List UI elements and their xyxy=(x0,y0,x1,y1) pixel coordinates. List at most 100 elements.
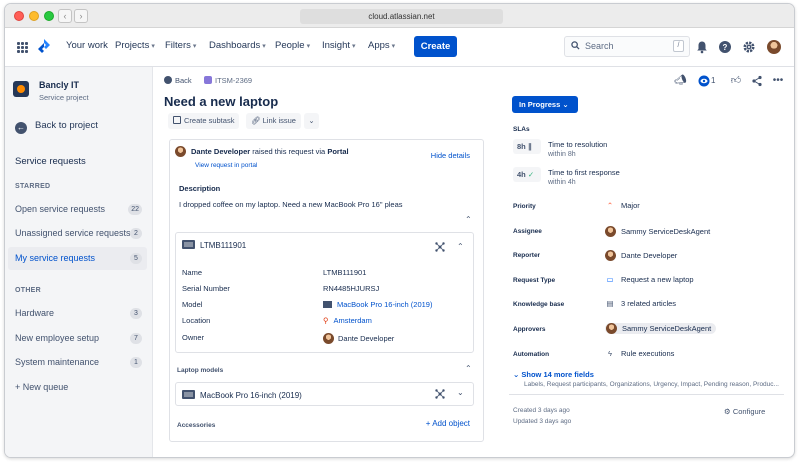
nav-projects[interactable]: Projects ▾ xyxy=(115,40,155,51)
search-input[interactable]: Search / xyxy=(564,36,690,57)
document-icon: ▤ xyxy=(606,299,614,308)
slas-label: SLAs xyxy=(513,126,530,133)
reporter-avatar xyxy=(175,146,186,157)
share-icon[interactable] xyxy=(751,75,763,87)
collapse-laptop-models-icon[interactable]: ⌃ xyxy=(465,364,472,373)
assignee-label: Assignee xyxy=(513,228,542,235)
sidebar-item-open-service-requests[interactable]: Open service requests 22 xyxy=(8,198,147,221)
back-link[interactable]: Back xyxy=(164,76,192,85)
sidebar-item-new-employee-setup[interactable]: New employee setup 7 xyxy=(8,327,147,350)
field-value-owner[interactable]: Dante Developer xyxy=(323,333,394,344)
graph-view-icon[interactable] xyxy=(435,389,445,399)
expand-model-icon[interactable]: ⌄ xyxy=(457,388,464,397)
reporter-value[interactable]: Dante Developer xyxy=(605,250,677,261)
link-issue-button[interactable]: 🔗︎ Link issue xyxy=(246,113,301,129)
asset-header: LTMB111901 xyxy=(182,240,246,250)
notifications-bell-icon[interactable] xyxy=(695,40,709,54)
priority-value[interactable]: ⌃ Major xyxy=(605,201,640,210)
collapse-asset-icon[interactable]: ⌃ xyxy=(457,242,464,251)
count-badge: 5 xyxy=(130,253,142,264)
sla-title-resolution: Time to resolution xyxy=(548,140,608,149)
description-text[interactable]: I dropped coffee on my laptop. Need a ne… xyxy=(179,200,403,209)
more-actions-dropdown[interactable]: ⌄ xyxy=(304,113,319,129)
chevron-down-icon: ▾ xyxy=(352,43,356,50)
field-value-location-link[interactable]: ⚲ Amsterdam xyxy=(323,316,372,325)
sla-time-badge-first-response: 4h ✓ xyxy=(513,167,541,182)
nav-filters[interactable]: Filters ▾ xyxy=(165,40,196,51)
reporter-avatar xyxy=(605,250,616,261)
svg-text:?: ? xyxy=(723,43,728,52)
collapse-description-icon[interactable]: ⌃ xyxy=(465,215,472,224)
approvers-label: Approvers xyxy=(513,326,546,333)
more-options-icon[interactable]: ••• xyxy=(772,75,784,87)
sidebar-item-my-service-requests[interactable]: My service requests 5 xyxy=(8,247,147,270)
issue-title[interactable]: Need a new laptop xyxy=(164,94,278,109)
hide-details-link[interactable]: Hide details xyxy=(431,151,470,160)
search-shortcut-key: / xyxy=(673,40,684,52)
field-value-model-link[interactable]: MacBook Pro 16-inch (2019) xyxy=(323,300,432,309)
close-window-button[interactable] xyxy=(14,11,24,21)
view-in-portal-link[interactable]: View request in portal xyxy=(195,162,257,169)
top-navigation: Your work Projects ▾ Filters ▾ Dashboards ▾… xyxy=(5,28,794,67)
checkmark-icon: ✓ xyxy=(525,170,535,179)
browser-toolbar: ‹ › cloud.atlassian.net xyxy=(5,4,794,28)
chevron-down-icon: ▾ xyxy=(192,43,197,50)
like-thumbs-up-icon[interactable]: 👍︎ xyxy=(730,75,742,87)
minimize-window-button[interactable] xyxy=(29,11,39,21)
create-button[interactable]: Create xyxy=(414,36,457,57)
back-arrow-icon xyxy=(164,76,172,84)
sidebar-item-hardware[interactable]: Hardware 3 xyxy=(8,302,147,325)
jira-logo-icon[interactable] xyxy=(37,39,51,55)
field-label-owner: Owner xyxy=(182,333,205,342)
request-details-card: Dante Developer raised this request via … xyxy=(169,139,484,442)
new-queue-link[interactable]: + New queue xyxy=(15,382,68,392)
field-label-model: Model xyxy=(182,300,203,309)
automation-value[interactable]: ϟ Rule executions xyxy=(605,349,674,358)
chevron-down-icon: ▾ xyxy=(391,43,396,50)
field-value-serial-number: RN4485HJURSJ xyxy=(323,284,380,293)
feedback-megaphone-icon[interactable]: 📣︎ xyxy=(674,75,687,87)
add-object-button[interactable]: + Add object xyxy=(426,419,470,428)
laptop-model-row[interactable]: MacBook Pro 16-inch (2019) ⌄ xyxy=(175,382,474,406)
laptop-model-name: MacBook Pro 16-inch (2019) xyxy=(182,390,302,400)
nav-your-work[interactable]: Your work xyxy=(66,40,108,51)
graph-view-icon[interactable] xyxy=(435,242,445,252)
more-fields-summary: Labels, Request participants, Organizati… xyxy=(524,381,779,388)
sidebar-item-system-maintenance[interactable]: System maintenance 1 xyxy=(8,351,147,374)
browser-forward-button[interactable]: › xyxy=(74,9,88,23)
raised-by-text: Dante Developer raised this request via … xyxy=(175,146,349,157)
configure-button[interactable]: ⚙ Configure xyxy=(724,407,765,416)
browser-window: ‹ › cloud.atlassian.net Your work Projec… xyxy=(4,3,795,458)
count-badge: 22 xyxy=(128,204,142,215)
details-panel: 📣︎ 1 👍︎ ••• In Progress ⌄ SLAs 8h ∥ Time… xyxy=(496,67,794,457)
nav-dashboards[interactable]: Dashboards ▾ xyxy=(209,40,266,51)
location-pin-icon: ⚲ xyxy=(323,316,329,325)
app-switcher-icon[interactable] xyxy=(17,42,28,53)
settings-gear-icon[interactable] xyxy=(742,40,756,54)
show-more-fields-link[interactable]: ⌄ Show 14 more fields xyxy=(513,370,594,379)
issue-key-breadcrumb[interactable]: ITSM-2369 xyxy=(204,76,252,85)
knowledge-base-value[interactable]: ▤ 3 related articles xyxy=(605,299,676,308)
create-subtask-button[interactable]: Create subtask xyxy=(168,113,240,129)
laptop-models-label: Laptop models xyxy=(177,367,224,374)
approvers-value[interactable]: Sammy ServiceDeskAgent xyxy=(605,323,717,334)
browser-back-button[interactable]: ‹ xyxy=(58,9,72,23)
watch-eye-icon[interactable] xyxy=(698,75,710,87)
sidebar-item-unassigned-service-requests[interactable]: Unassigned service requests 2 xyxy=(8,222,147,245)
sla-sub-resolution: within 8h xyxy=(548,151,576,158)
nav-insight[interactable]: Insight ▾ xyxy=(322,40,356,51)
maximize-window-button[interactable] xyxy=(44,11,54,21)
back-to-project-link[interactable]: ← Back to project xyxy=(15,120,98,134)
user-avatar[interactable] xyxy=(767,40,781,54)
count-badge: 7 xyxy=(130,333,142,344)
help-icon[interactable]: ? xyxy=(718,40,732,54)
automation-label: Automation xyxy=(513,351,550,358)
nav-apps[interactable]: Apps ▾ xyxy=(368,40,395,51)
status-dropdown-button[interactable]: In Progress ⌄ xyxy=(512,96,578,113)
subtask-icon xyxy=(173,116,181,124)
address-bar[interactable]: cloud.atlassian.net xyxy=(300,9,503,24)
assignee-value[interactable]: Sammy ServiceDeskAgent xyxy=(605,226,710,237)
nav-people[interactable]: People ▾ xyxy=(275,40,310,51)
request-type-value[interactable]: ▭ Request a new laptop xyxy=(605,275,693,284)
issue-main-panel: Back ITSM-2369 Need a new laptop Create … xyxy=(153,67,496,457)
